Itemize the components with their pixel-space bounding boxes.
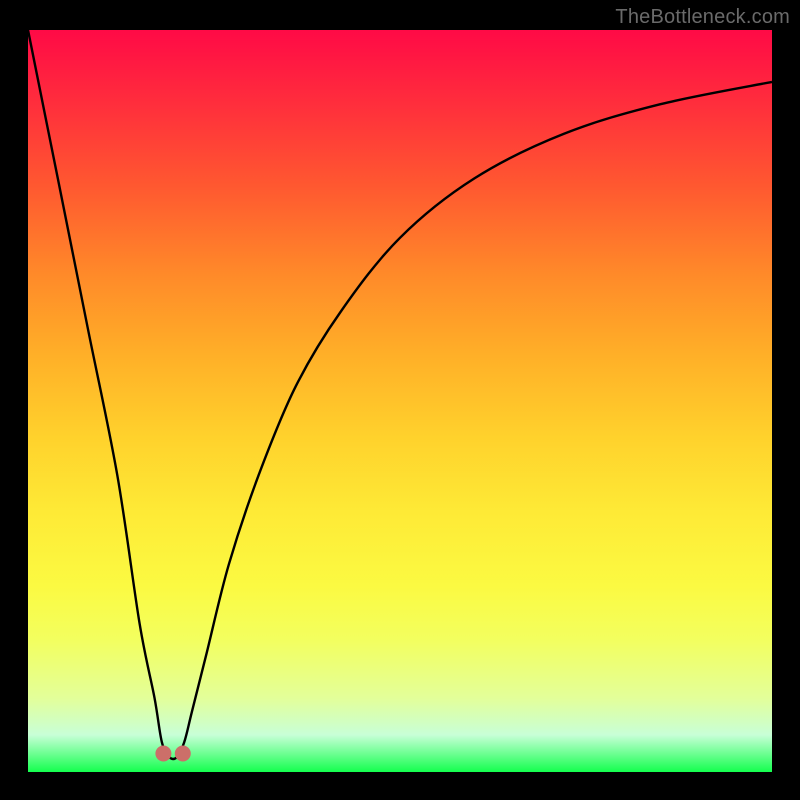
curve-min-marker bbox=[175, 746, 191, 762]
watermark-text: TheBottleneck.com bbox=[615, 6, 790, 29]
bottleneck-curve bbox=[28, 30, 772, 759]
curve-min-marker bbox=[155, 746, 171, 762]
chart-frame: TheBottleneck.com bbox=[0, 0, 800, 800]
bottleneck-curve-svg bbox=[28, 30, 772, 772]
chart-plot-area bbox=[28, 30, 772, 772]
